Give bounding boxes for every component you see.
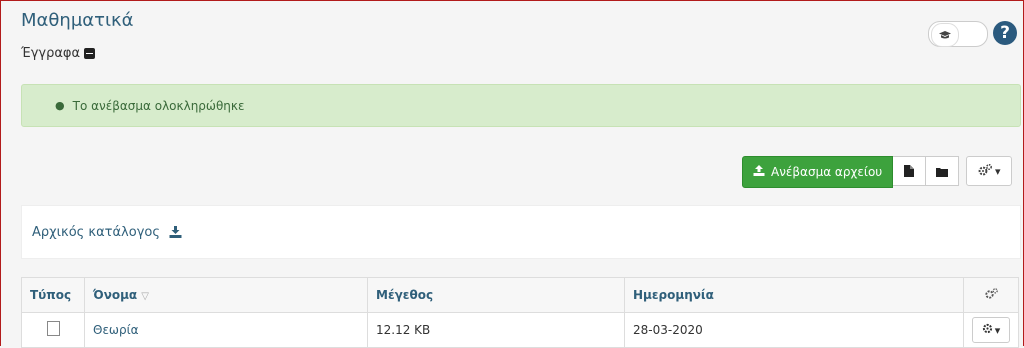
column-date[interactable]: Ημερομηνία [624, 277, 964, 313]
alert-message: Το ανέβασμα ολοκληρώθηκε [72, 98, 245, 113]
row-actions-cell: ▾ [963, 312, 1019, 348]
caret-down-icon: ▾ [994, 164, 1001, 178]
breadcrumb-root[interactable]: Αρχικός κατάλογος [32, 225, 160, 240]
section-title: Έγγραφα [21, 46, 81, 61]
new-folder-button[interactable] [926, 156, 960, 186]
table-row: Θεωρία 12.12 KB 28-03-2020 ▾ [21, 312, 1019, 348]
course-title: Μαθηματικά [21, 10, 134, 31]
section-title-row: Έγγραφα [21, 46, 96, 61]
help-icon[interactable]: ? [993, 21, 1017, 45]
document-icon [904, 162, 915, 181]
file-type-cell [21, 312, 85, 348]
files-table: Τύπος Όνομα ▽ Μέγεθος Ημερομηνία Θεωρία … [21, 277, 1019, 348]
column-settings [963, 277, 1019, 313]
download-icon[interactable] [169, 226, 182, 238]
column-name-label: Όνομα [93, 288, 138, 302]
caret-down-icon: ▾ [994, 323, 1001, 337]
column-name[interactable]: Όνομα ▽ [84, 277, 368, 313]
file-size-cell: 12.12 KB [367, 312, 625, 348]
upload-file-label: Ανέβασμα αρχείου [771, 165, 883, 179]
row-actions-button[interactable]: ▾ [972, 317, 1010, 343]
bullet-icon: ● [55, 99, 65, 112]
breadcrumb-panel: Αρχικός κατάλογος [21, 205, 1021, 259]
student-view-toggle[interactable] [928, 21, 988, 47]
settings-dropdown-button[interactable]: ▾ [966, 156, 1013, 186]
column-type[interactable]: Τύπος [21, 277, 85, 313]
table-header-row: Τύπος Όνομα ▽ Μέγεθος Ημερομηνία [21, 277, 1019, 313]
sort-chevron-icon: ▽ [141, 291, 149, 302]
success-alert: ● Το ανέβασμα ολοκληρώθηκε [21, 84, 1021, 127]
toolbar-actions: Ανέβασμα αρχείου ▾ [742, 156, 1013, 188]
new-document-button[interactable] [893, 156, 927, 186]
upload-icon [753, 165, 765, 179]
gears-icon [984, 288, 998, 302]
folder-icon [936, 162, 949, 181]
collapse-icon[interactable] [84, 48, 96, 59]
file-name-cell: Θεωρία [84, 312, 368, 348]
graduation-cap-icon [931, 23, 959, 47]
file-name-link[interactable]: Θεωρία [93, 323, 139, 337]
upload-file-button[interactable]: Ανέβασμα αρχείου [742, 156, 894, 188]
column-size[interactable]: Μέγεθος [367, 277, 625, 313]
gear-icon [982, 323, 993, 337]
file-date-cell: 28-03-2020 [624, 312, 964, 348]
word-document-icon [46, 321, 60, 336]
gears-icon [978, 163, 992, 179]
